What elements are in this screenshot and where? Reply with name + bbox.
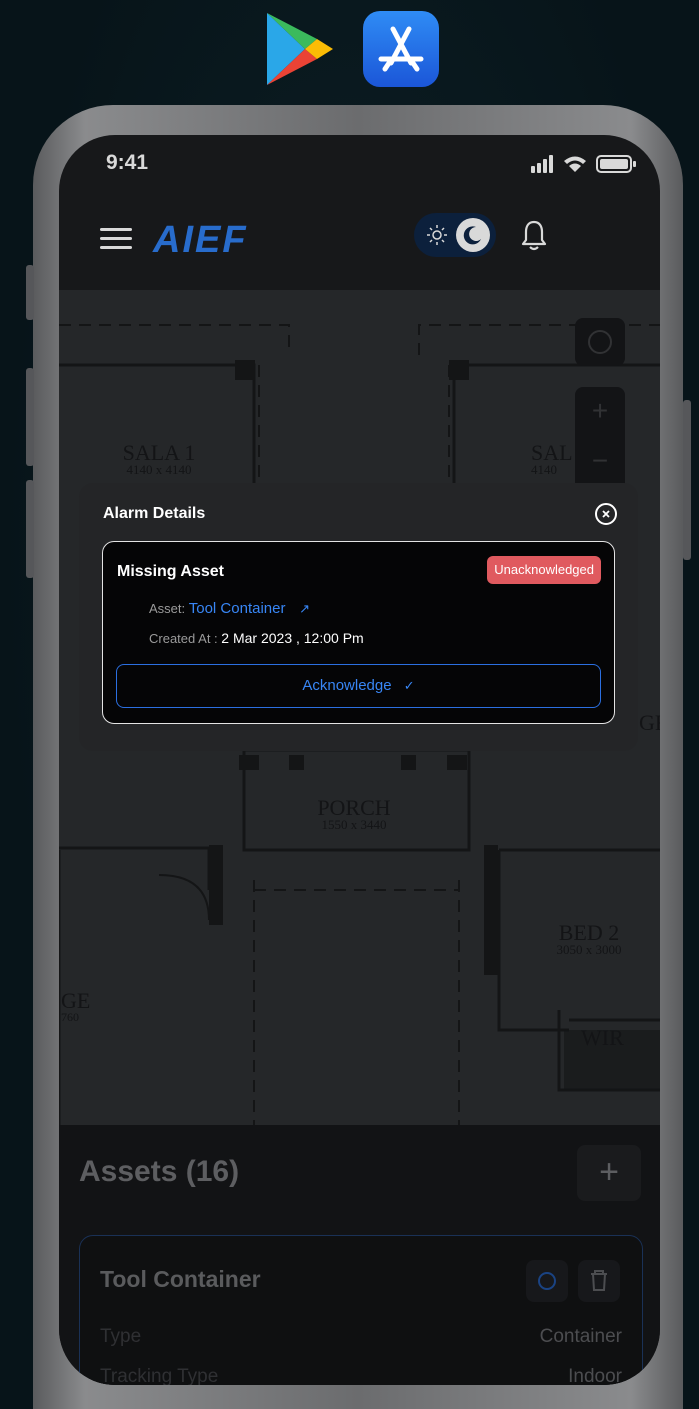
alarm-title: Missing Asset (117, 563, 224, 580)
created-label: Created At : (149, 631, 218, 646)
asset-link[interactable]: Tool Container (189, 600, 286, 617)
modal-title: Alarm Details (103, 505, 206, 522)
acknowledge-button[interactable]: Acknowledge ✓ (116, 664, 601, 708)
external-link-icon[interactable]: ↗ (299, 601, 310, 616)
close-icon[interactable] (595, 503, 617, 525)
acknowledge-label: Acknowledge (302, 677, 392, 694)
asset-label: Asset: (149, 601, 186, 616)
google-play-icon[interactable] (265, 11, 337, 87)
created-value: 2 Mar 2023 , 12:00 Pm (221, 630, 364, 646)
volume-down-button (26, 480, 34, 578)
asset-row: Asset: Tool Container ↗ (149, 600, 310, 617)
store-icons (265, 11, 440, 87)
modal-backdrop[interactable] (59, 135, 660, 1385)
mute-switch (26, 265, 34, 320)
app-store-icon[interactable] (363, 11, 439, 87)
check-icon: ✓ (403, 678, 415, 693)
created-row: Created At : 2 Mar 2023 , 12:00 Pm (149, 630, 364, 646)
alarm-details-modal: Alarm Details Missing Asset Unacknowledg… (79, 483, 638, 751)
status-badge: Unacknowledged (487, 556, 601, 584)
alarm-card: Missing Asset Unacknowledged Asset: Tool… (102, 541, 615, 724)
phone-screen: 9:41 AIEF SALA 1 4140 x 4140 SAL 4140 PO… (59, 135, 660, 1385)
power-button (683, 400, 691, 560)
volume-up-button (26, 368, 34, 466)
